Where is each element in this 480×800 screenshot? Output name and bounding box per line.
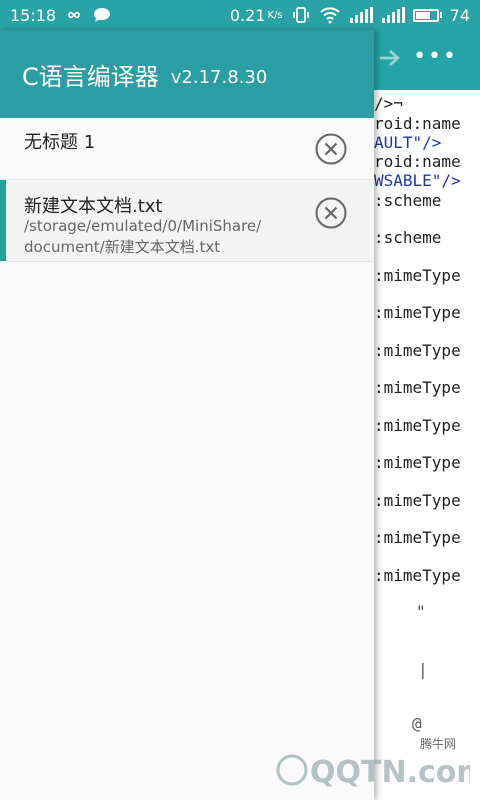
file-title: 无标题 1 (24, 132, 96, 153)
code-line: :mimeType (374, 566, 461, 585)
infinity-icon (68, 11, 80, 19)
code-line: :mimeType (374, 491, 461, 510)
code-line: :scheme (374, 191, 442, 210)
more-options-icon[interactable]: ••• (413, 46, 458, 68)
net-speed: 0.21 (229, 5, 266, 25)
battery-level: 74 (449, 5, 470, 25)
svg-text:QQTN.com: QQTN.com (310, 755, 470, 790)
code-line: roid:name (374, 114, 461, 133)
drawer-header: C语言编译器 v2.17.8.30 (0, 30, 374, 118)
status-time: 15:18 (10, 5, 57, 25)
symbol-key[interactable]: " (416, 602, 426, 621)
code-line: />¬ (374, 94, 403, 113)
file-path: /storage/emulated/0/MiniShare/ document/… (24, 217, 262, 256)
signal-icon (381, 7, 405, 23)
active-indicator (0, 180, 6, 261)
battery-icon (412, 8, 442, 22)
app-title: C语言编译器 (22, 62, 159, 91)
vibrate-icon (292, 7, 309, 23)
code-line: :mimeType (374, 341, 461, 360)
code-line: :scheme (374, 228, 442, 247)
symbol-key[interactable]: | (418, 660, 428, 679)
file-item[interactable]: 无标题 1 (0, 118, 374, 180)
file-drawer: C语言编译器 v2.17.8.30 无标题 1 新建文本文档.txt /stor… (0, 30, 374, 800)
code-line: roid:name (374, 152, 461, 171)
svg-text:腾牛网: 腾牛网 (420, 736, 456, 751)
code-line: AULT"/> (374, 133, 442, 152)
editor-toolbar: ••• (374, 30, 480, 90)
file-item-active[interactable]: 新建文本文档.txt /storage/emulated/0/MiniShare… (0, 180, 374, 262)
close-file-icon[interactable] (314, 132, 348, 166)
file-title: 新建文本文档.txt (24, 196, 163, 217)
redo-arrow-icon[interactable] (378, 48, 404, 68)
signal-icon (349, 7, 373, 23)
net-unit: K/s (267, 9, 283, 21)
wifi-icon (319, 7, 340, 24)
code-line: WSABLE"/> (374, 171, 461, 190)
status-bar: 15:18 0.21 K/s 74 (0, 0, 480, 30)
symbol-key[interactable]: @ (412, 714, 422, 733)
code-line: :mimeType (374, 453, 461, 472)
code-editor[interactable]: />¬ roid:name AULT"/> roid:name WSABLE"/… (374, 90, 480, 800)
chat-bubble-icon (94, 8, 111, 22)
code-line: :mimeType (374, 303, 461, 322)
qqtn-watermark-logo: 腾牛网 QQTN.com (276, 736, 470, 790)
code-line: :mimeType (374, 266, 461, 285)
app-version: v2.17.8.30 (170, 66, 268, 88)
code-line: :mimeType (374, 416, 461, 435)
code-line: :mimeType (374, 528, 461, 547)
close-file-icon[interactable] (314, 196, 348, 230)
code-line: :mimeType (374, 378, 461, 397)
